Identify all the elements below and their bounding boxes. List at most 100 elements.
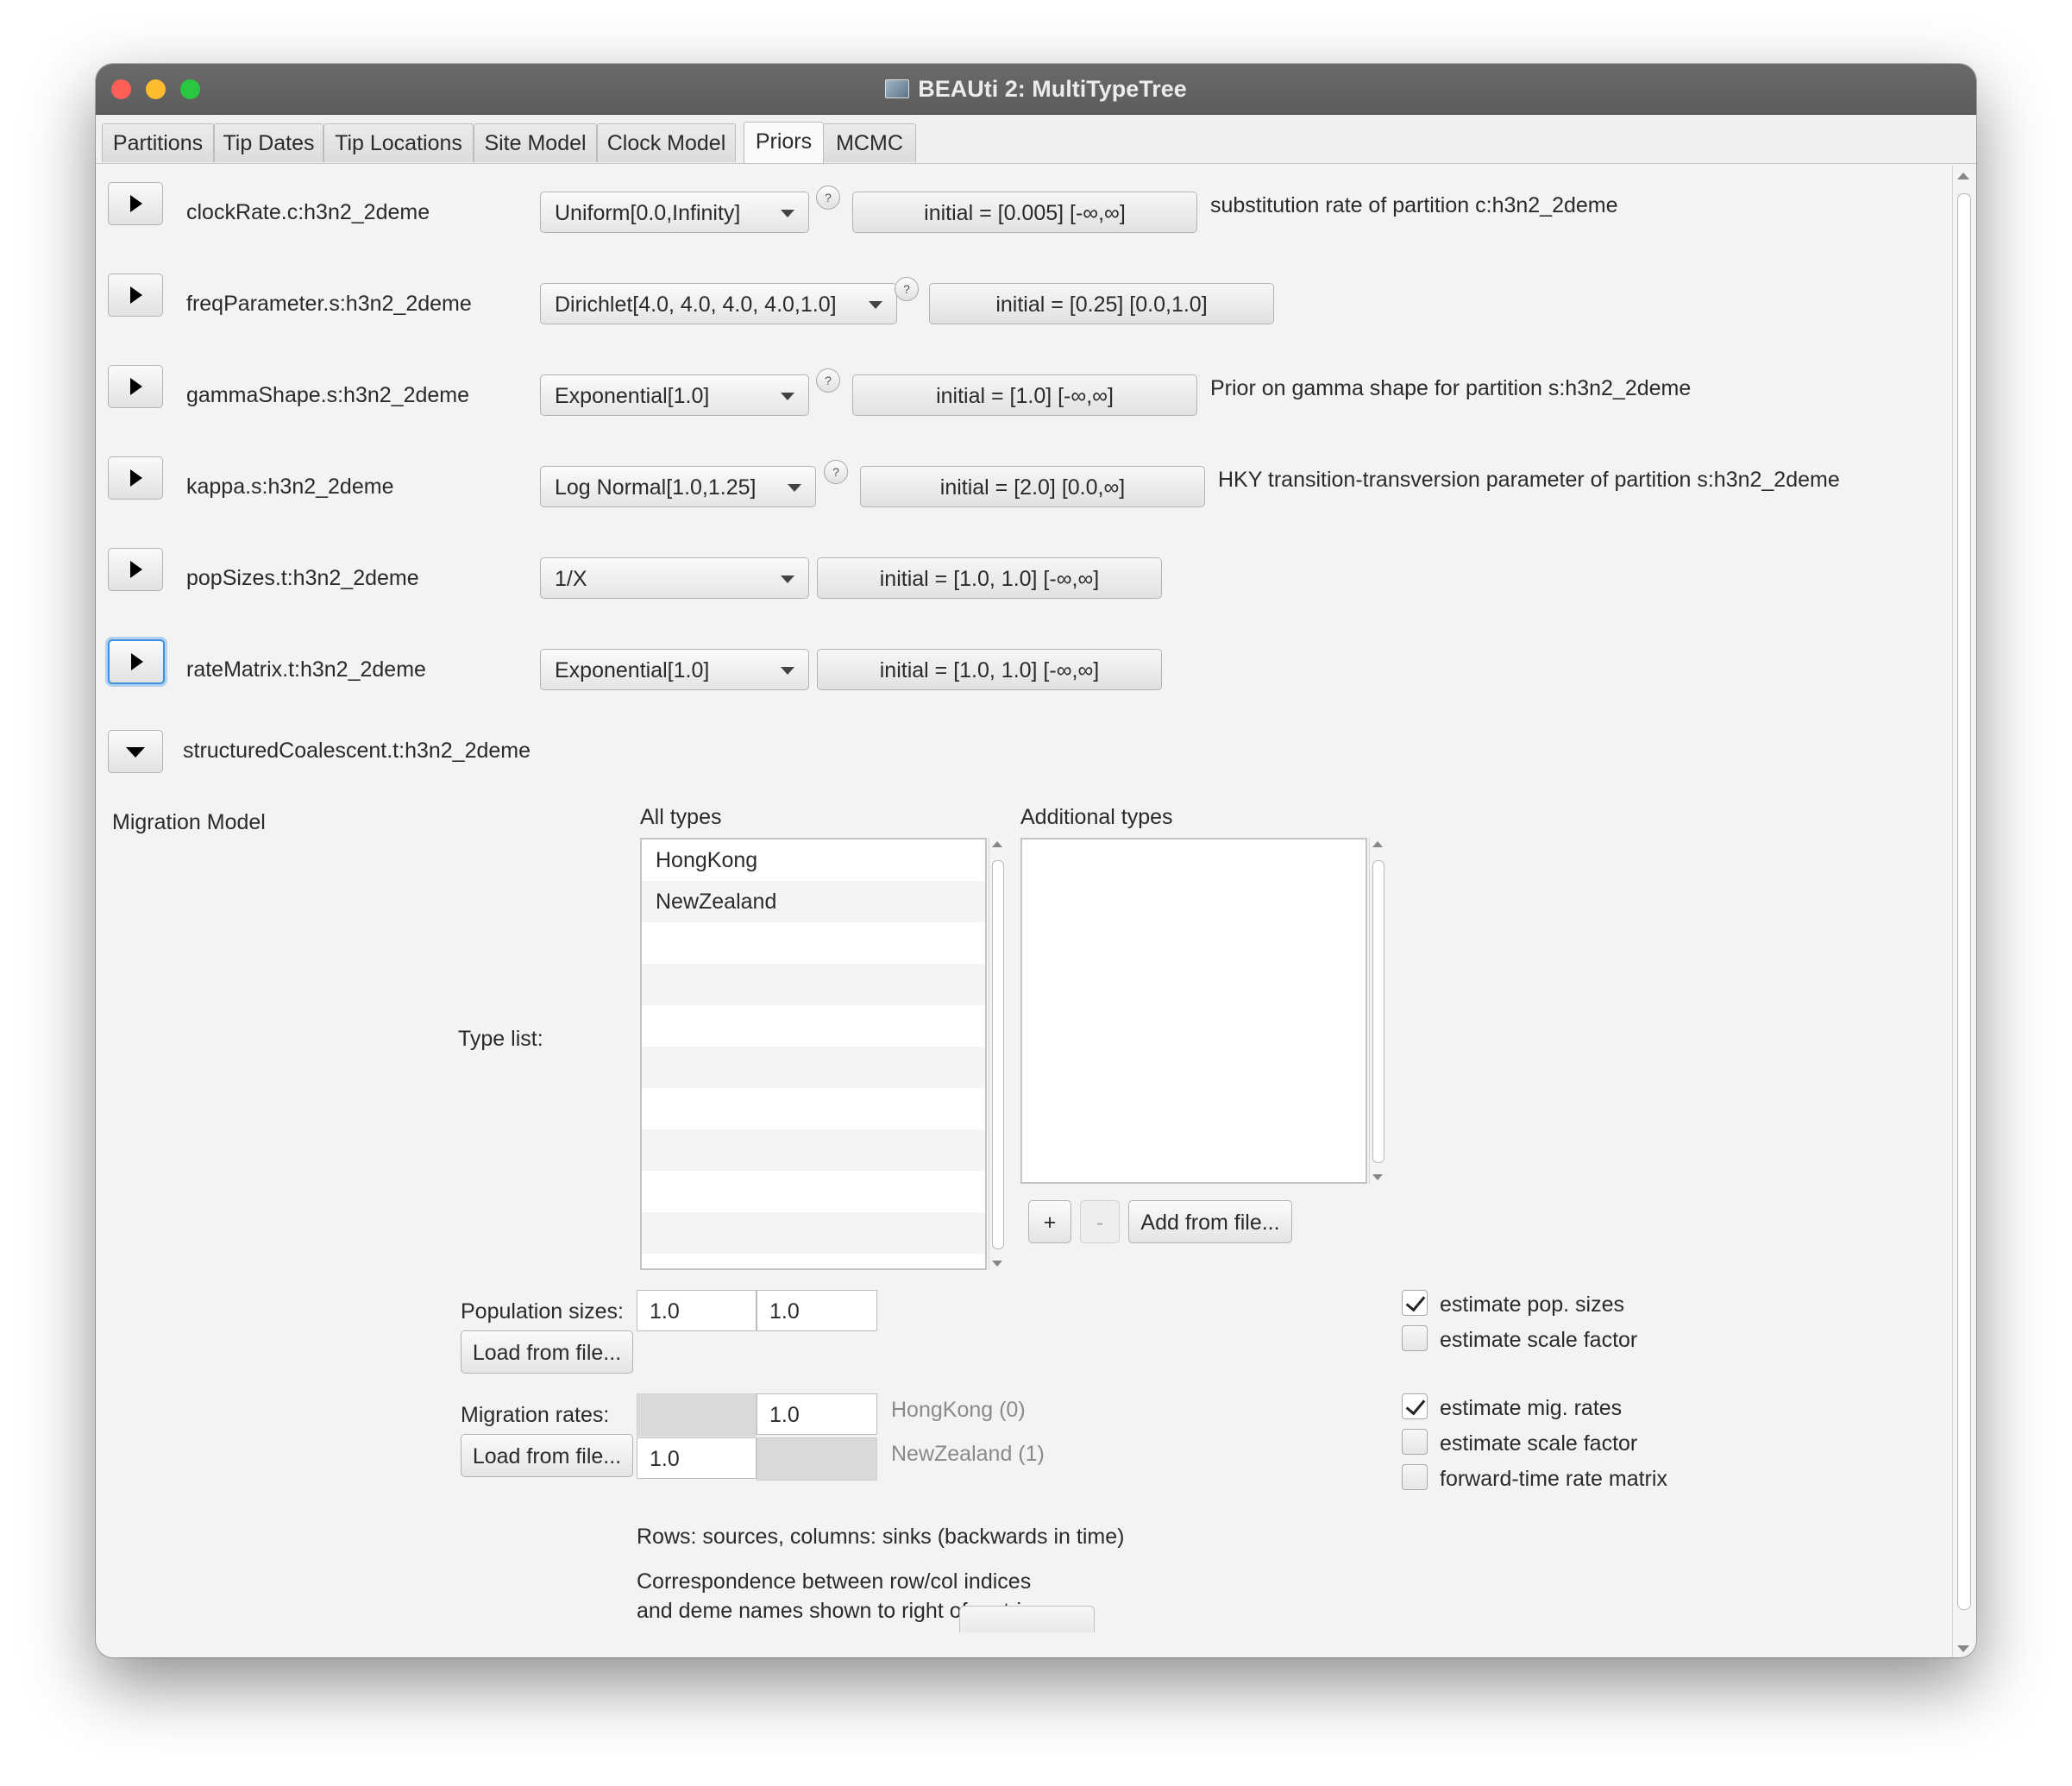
all-types-list[interactable]: HongKong NewZealand: [640, 838, 987, 1270]
tab-site-model[interactable]: Site Model: [474, 123, 597, 162]
scroll-down-arrow-icon[interactable]: [1957, 1645, 1969, 1652]
triangle-right-icon: [131, 653, 143, 670]
app-icon: [885, 79, 910, 98]
initial-gammashape-button[interactable]: initial = [1.0] [-∞,∞]: [852, 374, 1197, 416]
chevron-down-icon: [781, 393, 794, 400]
mig-rate-field-0-1[interactable]: 1.0: [757, 1393, 877, 1435]
expand-clockrate-button[interactable]: [108, 182, 163, 225]
prior-name-structured-coalescent: structuredCoalescent.t:h3n2_2deme: [183, 739, 531, 763]
prior-name-gammashape: gammaShape.s:h3n2_2deme: [186, 383, 470, 407]
estimate-mig-rates-checkbox[interactable]: [1402, 1393, 1428, 1419]
triangle-right-icon: [130, 286, 142, 304]
main-vertical-scrollbar[interactable]: [1952, 166, 1974, 1657]
prior-name-kappa: kappa.s:h3n2_2deme: [186, 475, 394, 499]
tab-priors[interactable]: Priors: [744, 122, 824, 163]
additional-types-scrollbar[interactable]: [1369, 838, 1385, 1184]
list-row-empty: [642, 1129, 985, 1171]
estimate-mig-scale-factor-checkbox[interactable]: [1402, 1429, 1428, 1455]
distribution-select-clockrate[interactable]: Uniform[0.0,Infinity]: [540, 192, 809, 233]
scroll-thumb[interactable]: [1957, 193, 1971, 1610]
prior-name-freqparameter: freqParameter.s:h3n2_2deme: [186, 292, 472, 316]
pop-size-field-1[interactable]: 1.0: [757, 1290, 877, 1331]
forward-time-rate-matrix-label[interactable]: forward-time rate matrix: [1440, 1467, 1667, 1492]
distribution-select-popsizes[interactable]: 1/X: [540, 557, 809, 599]
expand-popsizes-button[interactable]: [108, 548, 163, 591]
rows-columns-note: Rows: sources, columns: sinks (backwards…: [637, 1525, 1125, 1549]
triangle-right-icon: [130, 469, 142, 487]
mig-rate-field-1-0[interactable]: 1.0: [637, 1437, 757, 1479]
initial-freqparameter-button[interactable]: initial = [0.25] [0.0,1.0]: [929, 283, 1274, 324]
scroll-down-arrow-icon[interactable]: [1372, 1174, 1383, 1180]
add-type-button[interactable]: +: [1028, 1200, 1071, 1243]
chevron-down-icon: [781, 210, 794, 217]
tab-clock-model[interactable]: Clock Model: [597, 123, 736, 162]
list-row-empty: [642, 1254, 985, 1268]
checkmark-icon: [1405, 1291, 1426, 1312]
chevron-down-icon: [781, 667, 794, 675]
all-types-scrollbar[interactable]: [989, 838, 1005, 1270]
tab-bar: Partitions Tip Dates Tip Locations Site …: [96, 115, 1976, 164]
scroll-up-arrow-icon[interactable]: [1372, 841, 1383, 847]
estimate-pop-sizes-label[interactable]: estimate pop. sizes: [1440, 1292, 1624, 1317]
distribution-select-freqparameter[interactable]: Dirichlet[4.0, 4.0, 4.0, 4.0,1.0]: [540, 283, 897, 324]
triangle-right-icon: [130, 378, 142, 395]
help-icon[interactable]: ?: [816, 368, 840, 393]
mig-rate-cell-0-0: [637, 1393, 757, 1437]
scroll-thumb[interactable]: [1372, 860, 1384, 1163]
distribution-select-gammashape[interactable]: Exponential[1.0]: [540, 374, 809, 416]
help-icon[interactable]: ?: [816, 186, 840, 210]
tab-tip-locations[interactable]: Tip Locations: [323, 123, 474, 162]
expand-gammashape-button[interactable]: [108, 365, 163, 408]
mig-rate-cell-1-1: [757, 1437, 877, 1481]
chevron-down-icon: [781, 575, 794, 583]
initial-popsizes-button[interactable]: initial = [1.0, 1.0] [-∞,∞]: [817, 557, 1162, 599]
add-from-file-button[interactable]: Add from file...: [1128, 1200, 1292, 1243]
list-row-empty: [642, 922, 985, 964]
help-icon[interactable]: ?: [824, 460, 848, 484]
priors-panel: clockRate.c:h3n2_2deme Uniform[0.0,Infin…: [96, 164, 1950, 1657]
forward-time-rate-matrix-checkbox[interactable]: [1402, 1464, 1428, 1490]
type-list-label: Type list:: [458, 1027, 543, 1051]
prior-description-kappa: HKY transition-transversion parameter of…: [1218, 468, 1840, 492]
help-icon[interactable]: ?: [895, 277, 919, 301]
remove-type-button[interactable]: -: [1080, 1200, 1120, 1243]
scroll-up-arrow-icon[interactable]: [992, 841, 1002, 847]
list-row-empty: [642, 964, 985, 1005]
scroll-up-arrow-icon[interactable]: [1957, 173, 1969, 179]
additional-types-label: Additional types: [1020, 805, 1173, 829]
expand-ratematrix-button[interactable]: [108, 639, 165, 684]
list-row-empty: [642, 1005, 985, 1047]
tab-partitions[interactable]: Partitions: [102, 123, 214, 162]
list-item[interactable]: HongKong: [642, 840, 985, 881]
expand-kappa-button[interactable]: [108, 456, 163, 500]
initial-clockrate-button[interactable]: initial = [0.005] [-∞,∞]: [852, 192, 1197, 233]
triangle-right-icon: [130, 195, 142, 212]
initial-kappa-button[interactable]: initial = [2.0] [0.0,∞]: [860, 466, 1205, 507]
distribution-select-kappa[interactable]: Log Normal[1.0,1.25]: [540, 466, 816, 507]
expand-freqparameter-button[interactable]: [108, 274, 163, 317]
estimate-pop-scale-factor-label[interactable]: estimate scale factor: [1440, 1328, 1637, 1353]
pop-size-field-0[interactable]: 1.0: [637, 1290, 757, 1331]
additional-types-list[interactable]: [1020, 838, 1367, 1184]
title-bar: BEAUti 2: MultiTypeTree: [96, 64, 1976, 115]
estimate-mig-rates-label[interactable]: estimate mig. rates: [1440, 1396, 1622, 1421]
list-item[interactable]: NewZealand: [642, 881, 985, 922]
estimate-pop-sizes-checkbox[interactable]: [1402, 1290, 1428, 1316]
population-sizes-label: Population sizes:: [461, 1299, 625, 1324]
prior-name-popsizes: popSizes.t:h3n2_2deme: [186, 566, 419, 590]
collapse-structured-coalescent-button[interactable]: [108, 730, 163, 773]
tab-tip-dates[interactable]: Tip Dates: [214, 123, 323, 162]
tab-mcmc[interactable]: MCMC: [823, 123, 916, 162]
estimate-mig-scale-factor-label[interactable]: estimate scale factor: [1440, 1431, 1637, 1456]
scroll-down-arrow-icon[interactable]: [992, 1261, 1002, 1267]
list-row-empty: [642, 1088, 985, 1129]
load-pop-sizes-button[interactable]: Load from file...: [461, 1330, 633, 1374]
scroll-thumb[interactable]: [992, 860, 1004, 1249]
load-mig-rates-button[interactable]: Load from file...: [461, 1434, 633, 1477]
all-types-label: All types: [640, 805, 722, 829]
distribution-select-ratematrix[interactable]: Exponential[1.0]: [540, 649, 809, 690]
partially-visible-button[interactable]: [959, 1606, 1095, 1632]
estimate-pop-scale-factor-checkbox[interactable]: [1402, 1325, 1428, 1351]
list-row-empty: [642, 1212, 985, 1254]
initial-ratematrix-button[interactable]: initial = [1.0, 1.0] [-∞,∞]: [817, 649, 1162, 690]
